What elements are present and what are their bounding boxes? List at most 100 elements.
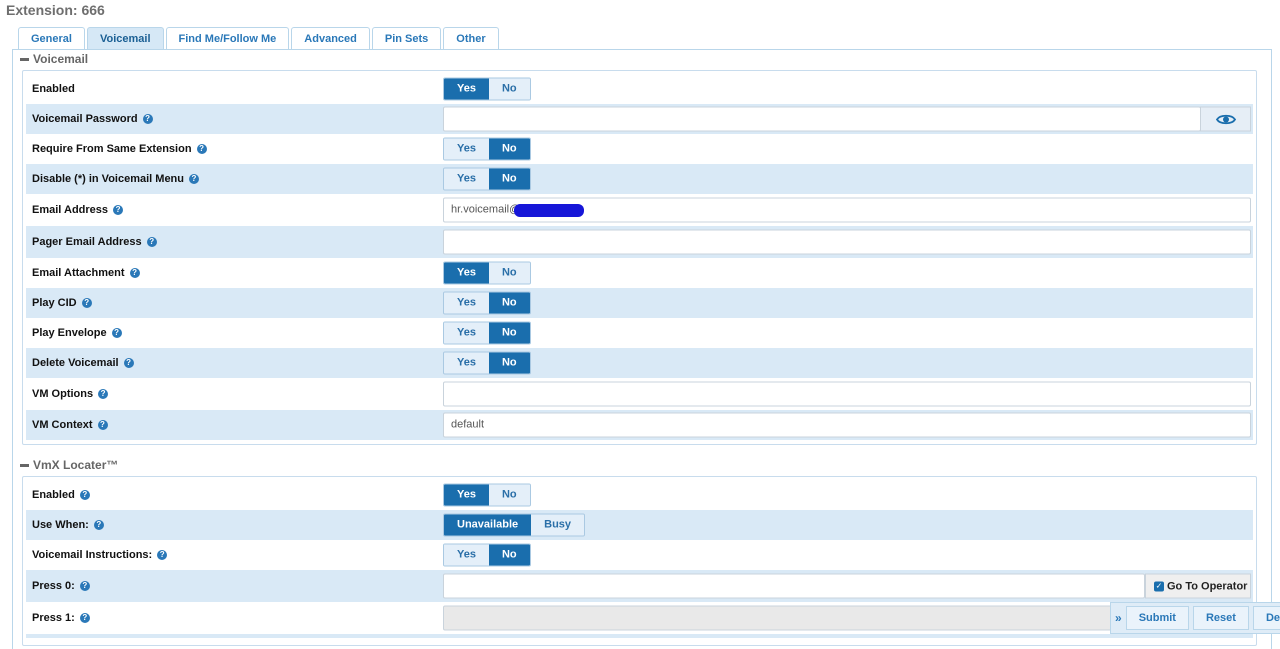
press-0-label: Press 0:? (32, 580, 90, 592)
help-icon[interactable]: ? (93, 520, 104, 530)
vmx-enabled-toggle[interactable]: Yes No (443, 483, 531, 507)
section-title: Voicemail (33, 52, 89, 66)
pager-email-label: Pager Email Address? (32, 236, 157, 248)
row-email-attachment: Email Attachment? Yes No (26, 258, 1253, 288)
help-icon[interactable]: ? (142, 114, 153, 124)
row-next (26, 634, 1253, 638)
tab-voicemail[interactable]: Voicemail (86, 27, 164, 50)
help-icon[interactable]: ? (81, 298, 92, 308)
voicemail-password-input[interactable] (443, 106, 1201, 132)
eye-icon (1215, 114, 1236, 124)
help-icon[interactable]: ? (98, 389, 109, 399)
no-option[interactable]: No (488, 292, 530, 314)
no-option[interactable]: No (488, 78, 530, 100)
voicemail-section-header[interactable]: Voicemail (20, 52, 88, 66)
help-icon[interactable]: ? (123, 358, 134, 368)
help-icon[interactable]: ? (79, 490, 90, 500)
tab-pin-sets[interactable]: Pin Sets (371, 27, 442, 50)
help-icon[interactable]: ? (146, 237, 157, 247)
row-disable-star: Disable (*) in Voicemail Menu? Yes No (26, 164, 1253, 194)
chevron-right-icon[interactable]: » (1115, 611, 1122, 625)
busy-option[interactable]: Busy (531, 514, 585, 536)
redaction-mark (514, 204, 584, 217)
help-icon[interactable]: ? (157, 550, 168, 560)
unavailable-option[interactable]: Unavailable (444, 514, 532, 536)
yes-option[interactable]: Yes (444, 322, 489, 344)
help-icon[interactable]: ? (97, 420, 108, 430)
section-title: VmX Locater™ (33, 458, 119, 472)
play-cid-label: Play CID? (32, 297, 92, 309)
yes-option[interactable]: Yes (444, 78, 489, 100)
row-vmx-enabled: Enabled? Yes No (26, 480, 1253, 510)
tab-find-me-follow-me[interactable]: Find Me/Follow Me (165, 27, 290, 50)
no-option[interactable]: No (488, 484, 530, 506)
submit-button[interactable]: Submit (1125, 606, 1189, 630)
yes-option[interactable]: Yes (444, 262, 489, 284)
press-0-input[interactable] (443, 573, 1145, 599)
minus-icon[interactable] (20, 463, 29, 467)
yes-option[interactable]: Yes (444, 292, 489, 314)
show-password-button[interactable] (1200, 106, 1251, 132)
require-same-extension-label: Require From Same Extension? (32, 143, 207, 155)
require-same-extension-toggle[interactable]: Yes No (443, 137, 531, 161)
delete-button[interactable]: De (1252, 606, 1280, 630)
row-vm-context: VM Context? default (26, 410, 1253, 440)
action-bar: » Submit Reset De (1110, 602, 1280, 634)
enabled-toggle[interactable]: Yes No (443, 77, 531, 101)
play-cid-toggle[interactable]: Yes No (443, 291, 531, 315)
yes-option[interactable]: Yes (444, 168, 489, 190)
yes-option[interactable]: Yes (444, 484, 489, 506)
no-option[interactable]: No (488, 544, 530, 566)
help-icon[interactable]: ? (196, 144, 207, 154)
row-press-1: Press 1:? (26, 602, 1253, 634)
help-icon[interactable]: ? (189, 174, 199, 184)
help-icon[interactable]: ? (79, 581, 90, 591)
voicemail-instructions-toggle[interactable]: Yes No (443, 543, 531, 567)
delete-voicemail-toggle[interactable]: Yes No (443, 351, 531, 375)
go-to-operator-addon[interactable]: ✓ Go To Operator (1145, 573, 1251, 599)
vmx-section-header[interactable]: VmX Locater™ (20, 458, 118, 472)
yes-option[interactable]: Yes (444, 352, 489, 374)
no-option[interactable]: No (488, 262, 530, 284)
row-use-when: Use When:? Unavailable Busy (26, 510, 1253, 540)
tab-general[interactable]: General (18, 27, 85, 50)
vm-options-label: VM Options? (32, 388, 109, 400)
email-attachment-label: Email Attachment? (32, 267, 140, 279)
yes-option[interactable]: Yes (444, 138, 489, 160)
tab-advanced[interactable]: Advanced (291, 27, 370, 50)
tab-other[interactable]: Other (443, 27, 499, 50)
email-attachment-toggle[interactable]: Yes No (443, 261, 531, 285)
pager-email-input[interactable] (443, 229, 1251, 255)
row-press-0: Press 0:? ✓ Go To Operator (26, 570, 1253, 602)
row-pager-email: Pager Email Address? (26, 226, 1253, 258)
go-to-operator-label: Go To Operator (1167, 580, 1248, 592)
press-1-label: Press 1:? (32, 612, 90, 624)
vm-options-input[interactable] (443, 381, 1251, 407)
no-option[interactable]: No (488, 352, 530, 374)
play-envelope-toggle[interactable]: Yes No (443, 321, 531, 345)
vm-context-label: VM Context? (32, 419, 108, 431)
row-vm-options: VM Options? (26, 378, 1253, 410)
row-voicemail-password: Voicemail Password? (26, 104, 1253, 134)
page-title: Extension: 666 (6, 2, 105, 18)
no-option[interactable]: No (488, 168, 530, 190)
no-option[interactable]: No (488, 138, 530, 160)
disable-star-toggle[interactable]: Yes No (443, 167, 531, 191)
help-icon[interactable]: ? (129, 268, 140, 278)
row-email-address: Email Address? hr.voicemail@ (26, 194, 1253, 226)
delete-voicemail-label: Delete Voicemail? (32, 357, 134, 369)
no-option[interactable]: No (488, 322, 530, 344)
reset-button[interactable]: Reset (1192, 606, 1249, 630)
minus-icon[interactable] (20, 57, 29, 61)
go-to-operator-checkbox[interactable]: ✓ (1154, 581, 1164, 591)
row-play-envelope: Play Envelope? Yes No (26, 318, 1253, 348)
voicemail-password-label: Voicemail Password? (32, 113, 153, 125)
help-icon[interactable]: ? (111, 328, 122, 338)
use-when-label: Use When:? (32, 519, 104, 531)
help-icon[interactable]: ? (79, 613, 90, 623)
use-when-toggle[interactable]: Unavailable Busy (443, 513, 586, 537)
yes-option[interactable]: Yes (444, 544, 489, 566)
help-icon[interactable]: ? (113, 205, 124, 215)
vm-context-input[interactable]: default (443, 412, 1251, 438)
row-require-same-extension: Require From Same Extension? Yes No (26, 134, 1253, 164)
